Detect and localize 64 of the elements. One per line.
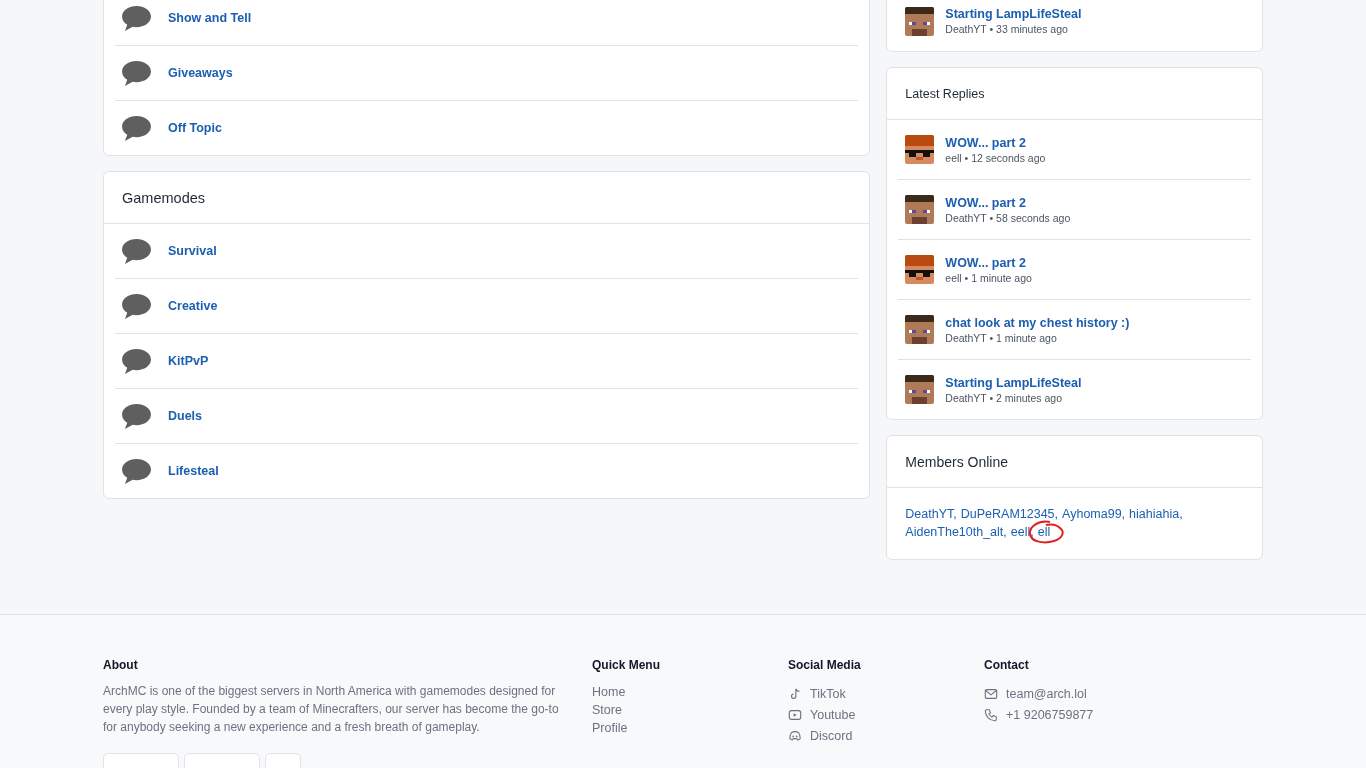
avatar-icon [905, 6, 935, 36]
thread-link[interactable]: Starting LampLifeSteal [945, 7, 1082, 21]
footer-heading: Social Media [788, 658, 862, 672]
card-title: Latest Replies [905, 86, 985, 101]
footer-heading: About [103, 658, 139, 672]
phone-icon [984, 707, 998, 722]
separator: , [953, 507, 957, 521]
speech-bubble-icon [121, 347, 152, 375]
footer-heading: Contact [984, 658, 1030, 672]
avatar-icon [905, 255, 935, 284]
avatar-icon [905, 135, 935, 164]
forum-link[interactable]: Lifesteal [168, 464, 219, 478]
separator: , [1121, 507, 1126, 521]
thread-link[interactable]: Starting LampLifeSteal [945, 375, 1082, 390]
speech-bubble-icon [121, 4, 152, 32]
member-link[interactable]: DeathYT [905, 507, 954, 521]
about-text: ArchMC is one of the biggest servers in North America with gamemodes designed for every play style. Founded by a team of Minecrafters, our server has become the go-to for anybody seeking a new experience and a fresh breath of gameplay. [103, 683, 560, 736]
member-link[interactable]: ell [1037, 525, 1051, 539]
avatar-icon [905, 315, 935, 344]
social-link[interactable]: Youtube [810, 706, 856, 723]
forum-link[interactable]: Duels [168, 409, 203, 423]
separator: , [1054, 507, 1059, 521]
avatar-icon [905, 375, 935, 404]
forum-link[interactable]: KitPvP [168, 354, 209, 368]
speech-bubble-icon [121, 59, 152, 87]
music-note-icon [788, 686, 802, 701]
forum-link[interactable]: Survival [168, 244, 217, 258]
post-meta: DeathYT • 2 minutes ago [945, 391, 1064, 404]
speech-bubble-icon [121, 237, 152, 265]
post-meta: DeathYT • 1 minute ago [945, 331, 1058, 344]
forum-link[interactable]: Off Topic [168, 121, 222, 135]
forum-link[interactable]: Giveaways [168, 66, 233, 80]
card-title: Members Online [905, 453, 1009, 470]
thread-link[interactable]: WOW... part 2 [945, 255, 1032, 270]
social-link[interactable]: TikTok [810, 685, 846, 702]
separator: , [1003, 525, 1007, 539]
thread-link[interactable]: WOW... part 2 [945, 135, 1046, 150]
footer-link[interactable]: Home [592, 684, 788, 700]
contact-text: team@arch.lol [1006, 685, 1087, 702]
contact-text: +1 9206759877 [1006, 706, 1094, 723]
forum-link[interactable]: Show and Tell [168, 11, 252, 25]
post-meta: eell • 1 minute ago [945, 271, 1032, 284]
separator: , [1179, 507, 1183, 521]
speech-bubble-icon [121, 457, 152, 485]
forum-link[interactable]: Creative [168, 299, 218, 313]
avatar-icon [905, 195, 935, 224]
post-meta: DeathYT • 33 minutes ago [945, 23, 1069, 35]
play-icon [788, 707, 802, 722]
mail-icon [984, 686, 998, 701]
footer-link[interactable]: Profile [592, 720, 788, 736]
speech-bubble-icon [121, 402, 152, 430]
member-link[interactable]: Ayhoma99 [1062, 507, 1122, 521]
speech-bubble-icon [121, 292, 152, 320]
social-link[interactable]: Discord [810, 727, 853, 744]
post-meta: DeathYT • 58 seconds ago [945, 211, 1071, 224]
thread-link[interactable]: WOW... part 2 [945, 195, 1071, 210]
thread-link[interactable]: chat look at my chest history :) [945, 315, 1130, 330]
post-meta: eell • 12 seconds ago [945, 151, 1046, 164]
section-title: Gamemodes [122, 189, 205, 206]
footer-heading: Quick Menu [592, 658, 661, 672]
speech-bubble-icon [121, 114, 152, 142]
controller-icon [788, 728, 802, 743]
member-link[interactable]: DuPeRAM12345 [960, 507, 1055, 521]
footer-link[interactable]: Store [592, 702, 788, 718]
